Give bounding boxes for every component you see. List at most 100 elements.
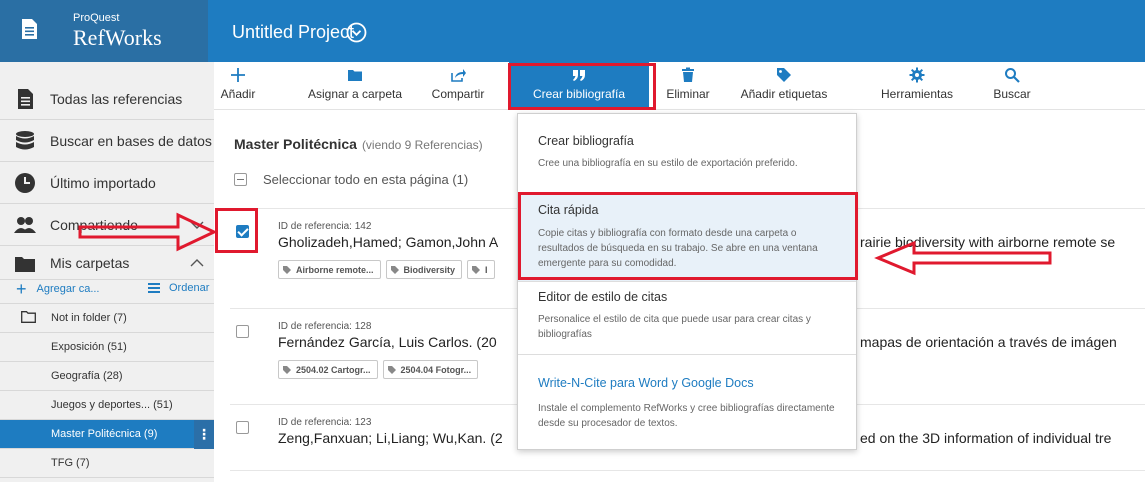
logo-refworks: RefWorks <box>73 25 162 50</box>
menu-item-title: Editor de estilo de citas <box>538 290 668 304</box>
search-icon <box>1005 68 1020 83</box>
search-button[interactable]: Buscar <box>986 62 1038 110</box>
tag-label: Biodiversity <box>403 264 456 275</box>
folder-actions: + Agregar ca... Ordenar <box>0 276 214 304</box>
menu-item-write-n-cite[interactable]: Write-N-Cite para Word y Google Docs Ins… <box>518 355 856 449</box>
menu-item-title[interactable]: Write-N-Cite para Word y Google Docs <box>538 376 754 390</box>
database-icon <box>16 130 34 149</box>
reference-id: ID de referencia: 142 <box>278 221 372 232</box>
menu-item-description: Personalice el estilo de cita que puede … <box>538 314 811 340</box>
menu-item-create-bibliography[interactable]: Crear bibliografía Cree una bibliografía… <box>518 114 856 192</box>
folder-item-exposicion[interactable]: Exposición (51) <box>0 333 214 362</box>
folder-item-not-in-folder[interactable]: Not in folder (7) <box>0 304 214 333</box>
tag-icon <box>387 365 396 374</box>
reference-count: (viendo 9 Referencias) <box>361 138 483 152</box>
tag-icon <box>390 265 399 274</box>
sidebar: Todas las referencias Buscar en bases de… <box>0 62 214 482</box>
search-label: Buscar <box>993 87 1031 101</box>
add-button[interactable]: Añadir <box>220 62 256 110</box>
tag-label: 2504.04 Fotogr... <box>400 364 472 375</box>
share-button[interactable]: Compartir <box>426 62 490 110</box>
menu-item-title: Crear bibliografía <box>538 134 634 148</box>
folder-item-master-politecnica[interactable]: Master Politécnica (9) ⋮ <box>0 420 214 449</box>
tools-button[interactable]: Herramientas <box>872 62 962 110</box>
sidebar-item-label: Mis carpetas <box>50 254 130 271</box>
sidebar-item-label: Todas las referencias <box>50 90 183 107</box>
folder-item-geografia[interactable]: Geografía (28) <box>0 362 214 391</box>
add-folder-button[interactable]: + Agregar ca... <box>16 280 100 298</box>
chevron-down-icon[interactable] <box>346 22 367 43</box>
tag-icon <box>777 68 791 82</box>
create-bibliography-menu: Crear bibliografía Cree una bibliografía… <box>517 113 857 450</box>
reference-id: ID de referencia: 128 <box>278 321 372 332</box>
add-tags-label: Añadir etiquetas <box>740 87 828 101</box>
select-all-checkbox[interactable] <box>234 173 247 186</box>
clock-icon <box>15 172 35 193</box>
order-label: Ordenar <box>169 282 210 294</box>
delete-button[interactable]: Eliminar <box>660 62 716 110</box>
menu-item-description: Cree una bibliografía en su estilo de ex… <box>538 158 798 169</box>
reference-tags: 2504.02 Cartogr... 2504.04 Fotogr... <box>278 360 479 379</box>
annotation-box <box>215 208 258 253</box>
sidebar-item-last-imported[interactable]: Último importado <box>0 162 214 204</box>
row-divider <box>230 470 1145 471</box>
reference-checkbox[interactable] <box>236 421 249 434</box>
folder-label: Not in folder (7) <box>51 312 127 324</box>
reference-id: ID de referencia: 123 <box>278 417 372 428</box>
sidebar-item-label: Último importado <box>50 174 156 191</box>
logo-proquest: ProQuest <box>73 12 120 24</box>
tools-label: Herramientas <box>880 87 954 101</box>
annotation-box <box>518 192 858 280</box>
plus-icon <box>231 68 245 82</box>
tag-label: 2504.02 Cartogr... <box>296 364 371 375</box>
folder-label: Exposición (51) <box>51 341 127 353</box>
reference-tags: Airborne remote... Biodiversity I <box>278 260 495 279</box>
tag-chip[interactable]: Airborne remote... <box>278 260 381 279</box>
sidebar-item-all-references[interactable]: Todas las referencias <box>0 78 214 120</box>
folder-label: TFG (7) <box>51 457 90 469</box>
chevron-up-icon[interactable] <box>190 256 204 270</box>
tag-icon <box>283 265 291 274</box>
annotation-box <box>508 63 656 110</box>
sort-icon <box>148 283 160 293</box>
annotation-arrow-right <box>78 212 218 252</box>
share-icon <box>451 69 466 82</box>
gear-icon <box>909 67 925 83</box>
add-tags-button[interactable]: Añadir etiquetas <box>732 62 836 110</box>
add-label: Añadir <box>220 87 256 101</box>
toolbar: Añadir Asignar a carpeta Compartir Crear… <box>214 62 1145 110</box>
trash-icon <box>682 67 694 82</box>
tag-label: Airborne remote... <box>296 264 374 275</box>
project-title[interactable]: Untitled Project <box>232 22 354 43</box>
sidebar-item-search-databases[interactable]: Buscar en bases de datos <box>0 120 214 162</box>
assign-folder-button[interactable]: Asignar a carpeta <box>300 62 410 110</box>
more-options-icon[interactable]: ⋮ <box>194 420 214 449</box>
menu-item-description: Instale el complemento RefWorks y cree b… <box>538 403 835 429</box>
assign-folder-label: Asignar a carpeta <box>307 87 403 101</box>
tag-chip[interactable]: I <box>467 260 495 279</box>
reference-checkbox[interactable] <box>236 325 249 338</box>
reference-authors[interactable]: Gholizadeh,Hamed; Gamon,John A <box>278 234 498 250</box>
folder-icon <box>348 70 362 81</box>
reference-title[interactable]: ed on the 3D information of individual t… <box>860 430 1111 446</box>
select-all-row[interactable]: Seleccionar todo en esta página (1) <box>234 172 468 187</box>
folder-label: Master Politécnica (9) <box>51 428 158 440</box>
tag-chip[interactable]: Biodiversity <box>385 260 463 279</box>
folder-title-text: Master Politécnica <box>234 136 357 152</box>
order-button[interactable]: Ordenar <box>148 282 209 294</box>
logo-area: ProQuest RefWorks <box>0 0 208 62</box>
folder-label: Juegos y deportes... (51) <box>51 399 173 411</box>
tag-chip[interactable]: 2504.04 Fotogr... <box>382 360 479 379</box>
tag-icon <box>283 365 291 374</box>
folder-item-tfg[interactable]: TFG (7) <box>0 449 214 478</box>
select-all-label: Seleccionar todo en esta página (1) <box>263 172 469 187</box>
folder-label: Geografía (28) <box>51 370 123 382</box>
tag-chip[interactable]: 2504.02 Cartogr... <box>278 360 378 379</box>
reference-title[interactable]: mapas de orientación a través de imágen <box>860 334 1117 350</box>
menu-item-citation-style-editor[interactable]: Editor de estilo de citas Personalice el… <box>518 282 856 354</box>
reference-authors[interactable]: Zeng,Fanxuan; Li,Liang; Wu,Kan. (2 <box>278 430 503 446</box>
empty-folder-icon <box>21 311 36 323</box>
share-label: Compartir <box>431 87 485 101</box>
folder-item-juegos[interactable]: Juegos y deportes... (51) <box>0 391 214 420</box>
reference-authors[interactable]: Fernández García, Luis Carlos. (20 <box>278 334 497 350</box>
